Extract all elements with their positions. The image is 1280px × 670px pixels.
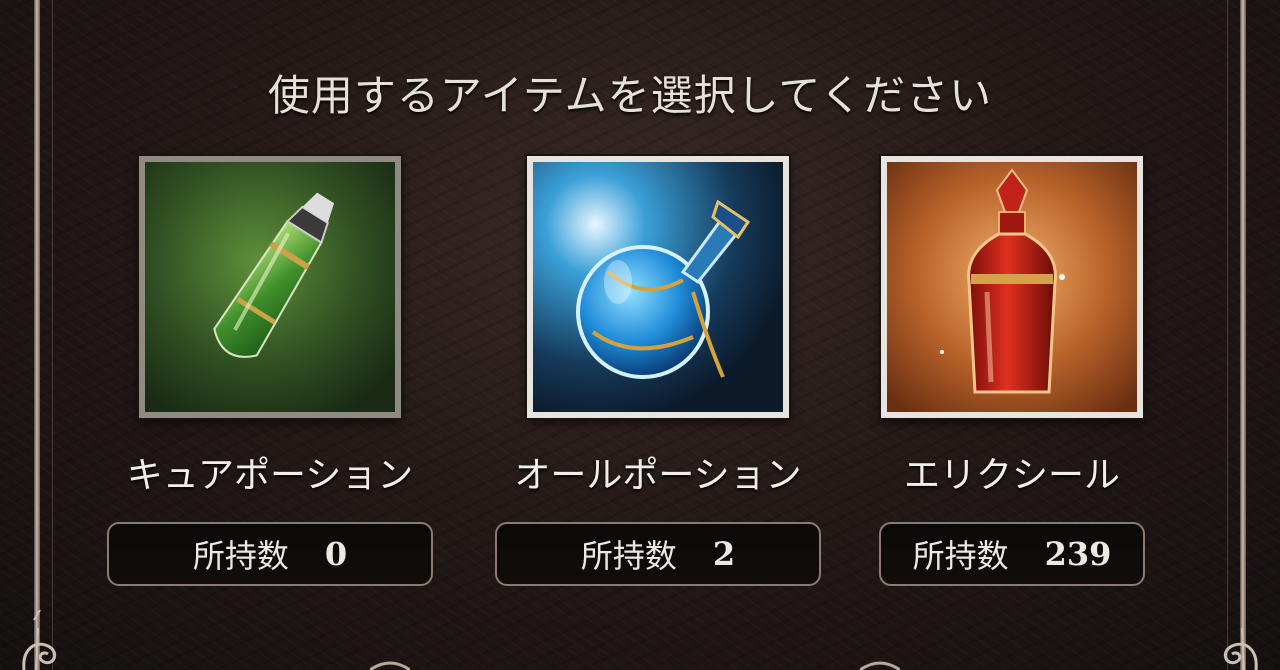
item-card-all-potion[interactable]: オールポーション 所持数 2 <box>493 156 823 596</box>
count-value: 2 <box>712 535 736 573</box>
red-elixir-icon <box>887 162 1137 412</box>
count-value: 239 <box>1044 535 1112 573</box>
item-icon-frame[interactable] <box>139 156 401 418</box>
count-value: 0 <box>324 535 348 573</box>
bottom-ornament-icon <box>860 661 900 670</box>
count-label: 所持数 <box>912 537 1009 575</box>
blue-potion-icon <box>533 162 783 412</box>
item-count-box: 所持数 2 <box>495 522 821 586</box>
green-potion-icon <box>145 162 395 412</box>
item-name: キュアポーション <box>126 455 414 496</box>
item-card-cure-potion[interactable]: キュアポーション 所持数 0 <box>105 156 435 596</box>
item-card-elixir[interactable]: エリクシール 所持数 239 <box>847 156 1177 596</box>
page-title: 使用するアイテムを選択してください <box>267 71 993 120</box>
item-name: オールポーション <box>514 455 802 496</box>
item-icon-frame[interactable] <box>527 156 789 418</box>
item-count-box: 所持数 239 <box>879 522 1145 586</box>
right-corner-ornament-icon <box>1223 627 1258 670</box>
count-label: 所持数 <box>192 537 289 575</box>
count-label: 所持数 <box>580 537 677 575</box>
item-count-box: 所持数 0 <box>107 522 433 586</box>
item-icon-frame[interactable] <box>881 156 1143 418</box>
left-corner-ornament-icon <box>22 610 57 670</box>
item-name: エリクシール <box>903 455 1120 496</box>
bottom-ornament-icon <box>370 661 410 670</box>
